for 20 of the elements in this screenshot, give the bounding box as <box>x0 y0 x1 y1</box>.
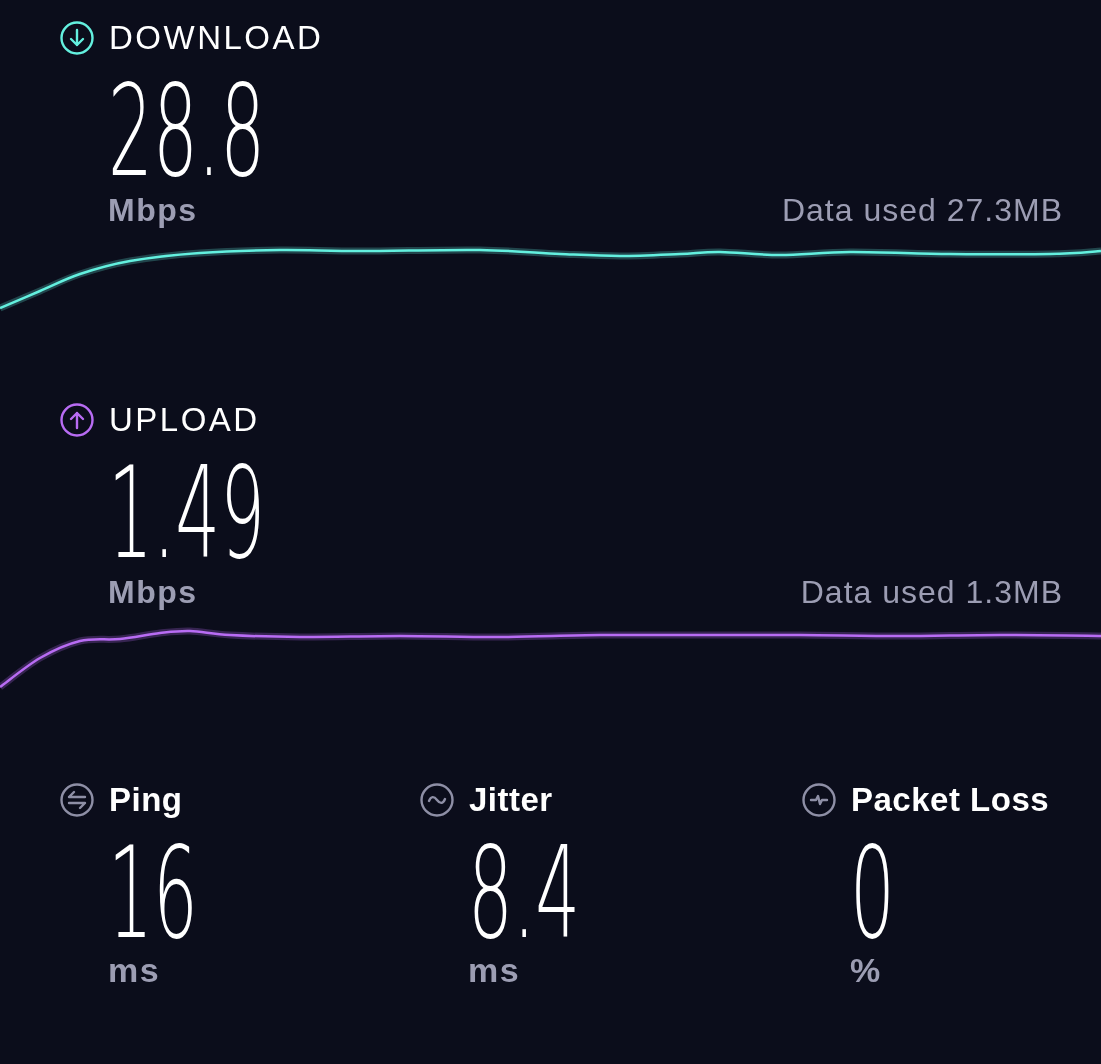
data-used-text: Data used 1.3MB <box>800 574 1063 610</box>
ping-icon <box>60 783 94 817</box>
speed-value: 28.8 <box>108 72 266 192</box>
stat-label: Packet Loss <box>851 781 1050 819</box>
speed-unit: Mbps <box>108 192 198 228</box>
speed-value: 1.49 <box>108 454 266 574</box>
stat-unit: ms <box>468 951 521 989</box>
stat-label: Jitter <box>469 781 553 819</box>
stat-value: 0 <box>850 834 895 954</box>
stat-unit: % <box>850 951 882 989</box>
jitter-icon <box>420 783 454 817</box>
test-title: DOWNLOAD <box>109 19 324 57</box>
stat-label: Ping <box>109 781 183 819</box>
test-title: UPLOAD <box>109 401 260 439</box>
data-used-text: Data used 27.3MB <box>781 192 1063 228</box>
stat-value: 16 <box>108 834 198 954</box>
stat-value: 8.4 <box>468 834 581 954</box>
speed-unit: Mbps <box>108 574 198 610</box>
packet-loss-icon <box>802 783 836 817</box>
stat-unit: ms <box>108 951 161 989</box>
